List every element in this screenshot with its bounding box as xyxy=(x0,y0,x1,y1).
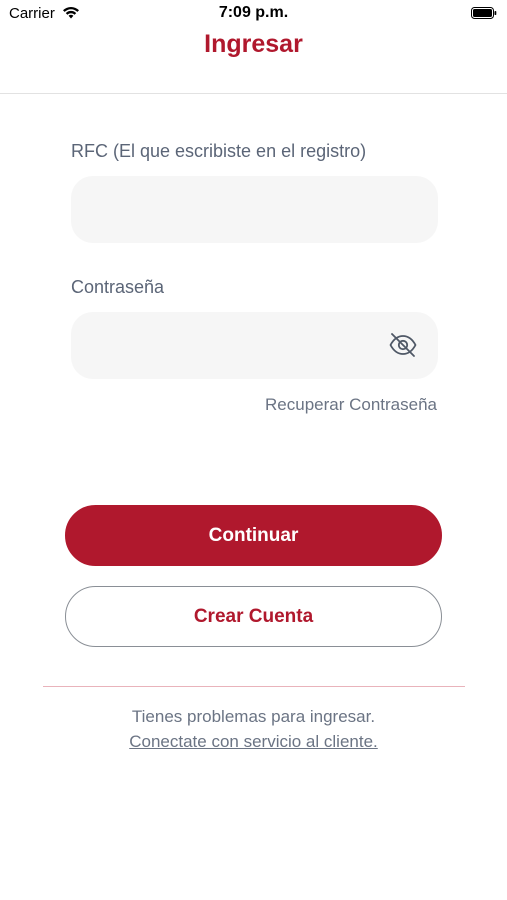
customer-service-link[interactable]: Conectate con servicio al cliente. xyxy=(129,732,378,751)
footer-divider xyxy=(43,686,465,687)
password-label: Contraseña xyxy=(71,277,165,297)
rfc-input[interactable] xyxy=(71,176,438,243)
customer-service-link-row: Conectate con servicio al cliente. xyxy=(0,732,507,752)
recover-password-link[interactable]: Recuperar Contraseña xyxy=(265,395,437,415)
battery-icon xyxy=(471,7,497,19)
status-time: 7:09 p.m. xyxy=(218,4,289,21)
continue-button[interactable]: Continuar xyxy=(65,505,442,566)
rfc-label: RFC (El que escribiste en el registro) xyxy=(71,141,367,161)
help-text: Tienes problemas para ingresar. xyxy=(131,707,376,726)
login-screen: Carrier 7:09 p.m. Ingresar RFC (El que e… xyxy=(0,0,507,900)
password-input[interactable] xyxy=(71,312,438,379)
create-account-button[interactable]: Crear Cuenta xyxy=(65,586,442,647)
header-divider xyxy=(0,93,507,94)
page-title: Ingresar xyxy=(204,30,303,58)
status-bar: Carrier 7:09 p.m. xyxy=(0,0,507,28)
eye-slash-icon[interactable] xyxy=(388,332,418,358)
